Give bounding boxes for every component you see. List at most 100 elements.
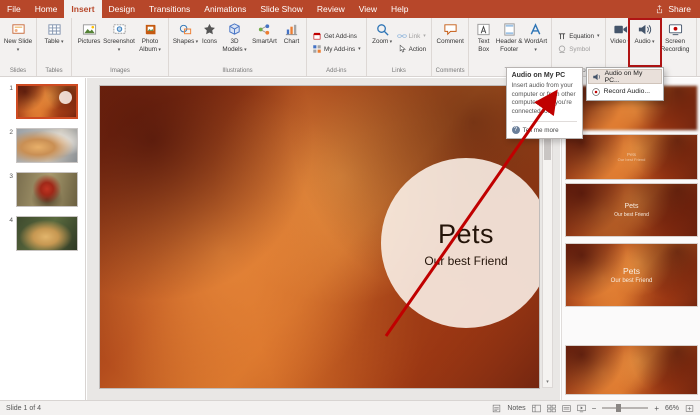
pictures-button[interactable]: Pictures [75, 20, 103, 65]
fit-to-window-icon[interactable] [685, 404, 694, 413]
video-icon [613, 21, 628, 38]
thumbnail-slide-1[interactable]: 1 [5, 84, 85, 119]
group-label-add-ins: Add-ins [310, 66, 363, 76]
screen-recording-button[interactable]: Screen Recording [658, 20, 693, 65]
tab-help[interactable]: Help [384, 0, 415, 18]
zoom-slider[interactable] [602, 407, 648, 409]
video-button[interactable]: Video [609, 20, 632, 65]
slide-title-text[interactable]: Pets [438, 219, 494, 250]
screenshot-button[interactable]: Screenshot [103, 20, 135, 65]
text-box-button[interactable]: Text Box [472, 20, 495, 65]
audio-button[interactable]: Audio Audio on My PC Insert audio from y… [632, 20, 658, 65]
tooltip-title: Audio on My PC [512, 72, 577, 79]
reading-view-icon[interactable] [562, 404, 571, 413]
zoom-slider-thumb[interactable] [616, 404, 621, 412]
action-icon [397, 44, 407, 54]
wordart-icon [528, 21, 543, 38]
chart-label: Chart [284, 38, 299, 46]
design-thumbnail-4[interactable]: Pets Our best Friend [566, 244, 697, 306]
zoom-out-button[interactable]: − [592, 404, 597, 413]
slide-canvas[interactable]: Pets Our best Friend [100, 86, 539, 388]
slide-3-preview-bird-photo[interactable] [16, 172, 78, 207]
group-label-links: Links [370, 66, 429, 76]
tab-design[interactable]: Design [102, 0, 142, 18]
menu-item-record-audio[interactable]: Record Audio... [588, 84, 662, 99]
my-add-ins-button[interactable]: My Add-ins [310, 44, 363, 54]
tab-file[interactable]: File [0, 0, 28, 18]
comment-button[interactable]: Comment [435, 20, 465, 65]
header-footer-button[interactable]: Header & Footer [495, 20, 523, 65]
icons-button[interactable]: Icons [199, 20, 220, 65]
new-slide-button[interactable]: New Slide [3, 20, 33, 65]
table-button[interactable]: Table [40, 20, 68, 65]
tab-animations[interactable]: Animations [197, 0, 253, 18]
tab-home[interactable]: Home [28, 0, 65, 18]
scroll-down-icon[interactable] [543, 377, 552, 387]
slide-1-preview[interactable] [16, 84, 78, 119]
photo-album-button[interactable]: Photo Album [135, 20, 165, 65]
slide-subtitle-text[interactable]: Our best Friend [424, 254, 507, 268]
slideshow-view-icon[interactable] [577, 404, 586, 413]
slide-indicator: Slide 1 of 4 [6, 405, 41, 412]
title-circle-shape[interactable]: Pets Our best Friend [381, 158, 539, 328]
action-button[interactable]: Action [395, 44, 429, 54]
slide-sorter-view-icon[interactable] [547, 404, 556, 413]
chart-button[interactable]: Chart [280, 20, 303, 65]
design-thumbnail-3[interactable]: Pets Our best Friend [566, 184, 697, 236]
3d-models-button[interactable]: 3D Models [220, 20, 249, 65]
group-label-tables: Tables [40, 66, 68, 76]
comment-icon [443, 21, 458, 38]
slide-editor-area: Pets Our best Friend [87, 78, 560, 400]
slide-number: 4 [5, 216, 13, 224]
symbol-label: Symbol [569, 46, 590, 53]
slide-4-preview-dog-photo[interactable] [16, 216, 78, 251]
normal-view-icon[interactable] [532, 404, 541, 413]
ribbon-group-tables: Table Tables [37, 18, 72, 76]
slide-2-preview-cat-photo[interactable] [16, 128, 78, 163]
thumbnail-slide-2[interactable]: 2 [5, 128, 85, 163]
add-ins-grid-icon [312, 44, 322, 54]
audio-tooltip: Audio on My PC Insert audio from your co… [506, 67, 583, 139]
my-add-ins-label: My Add-ins [324, 46, 355, 53]
new-slide-icon [11, 21, 26, 38]
equation-button[interactable]: Equation [555, 31, 601, 41]
smartart-button[interactable]: SmartArt [249, 20, 280, 65]
zoom-level[interactable]: 66% [665, 405, 679, 412]
share-button[interactable]: Share [646, 0, 700, 18]
design-thumbnail-2[interactable]: Pets Our best Friend [566, 135, 697, 179]
tab-transitions[interactable]: Transitions [142, 0, 197, 18]
link-button[interactable]: Link [395, 31, 429, 41]
get-add-ins-button[interactable]: Get Add-ins [310, 31, 363, 41]
link-label: Link [409, 33, 421, 40]
symbol-omega-icon [557, 44, 567, 54]
zoom-in-button[interactable]: + [654, 404, 659, 413]
shapes-button[interactable]: Shapes [172, 20, 199, 65]
thumbnail-slide-3[interactable]: 3 [5, 172, 85, 207]
menu-item-audio-on-my-pc[interactable]: Audio on My PC... [588, 69, 662, 84]
ribbon-group-slides: New Slide Slides [0, 18, 37, 76]
design-thumbnail-5[interactable] [566, 346, 697, 394]
tab-insert[interactable]: Insert [64, 0, 101, 18]
tab-view[interactable]: View [352, 0, 384, 18]
group-label-comments: Comments [435, 66, 465, 76]
ribbon-group-images: Pictures Screenshot Photo Album Images [72, 18, 169, 76]
tab-review[interactable]: Review [310, 0, 352, 18]
zoom-button[interactable]: Zoom [370, 20, 395, 65]
wordart-button[interactable]: WordArt [523, 20, 548, 65]
text-box-icon [476, 21, 491, 38]
ribbon-group-illustrations: Shapes Icons 3D Models [169, 18, 307, 76]
chart-icon [284, 21, 299, 38]
menu-bar: File Home Insert Design Transitions Anim… [0, 0, 700, 18]
link-icon [397, 31, 407, 41]
symbol-button[interactable]: Symbol [555, 44, 601, 54]
share-icon [655, 5, 664, 14]
photo-album-label: Photo Album [135, 38, 165, 53]
tab-slide-show[interactable]: Slide Show [253, 0, 310, 18]
notes-toggle[interactable]: Notes [507, 405, 525, 412]
screenshot-label: Screenshot [103, 38, 135, 53]
new-slide-label: New Slide [3, 38, 33, 53]
equation-pi-icon [557, 31, 567, 41]
tell-me-more-link[interactable]: Tell me more [512, 121, 577, 134]
thumbnail-slide-4[interactable]: 4 [5, 216, 85, 251]
audio-label: Audio [635, 38, 655, 46]
